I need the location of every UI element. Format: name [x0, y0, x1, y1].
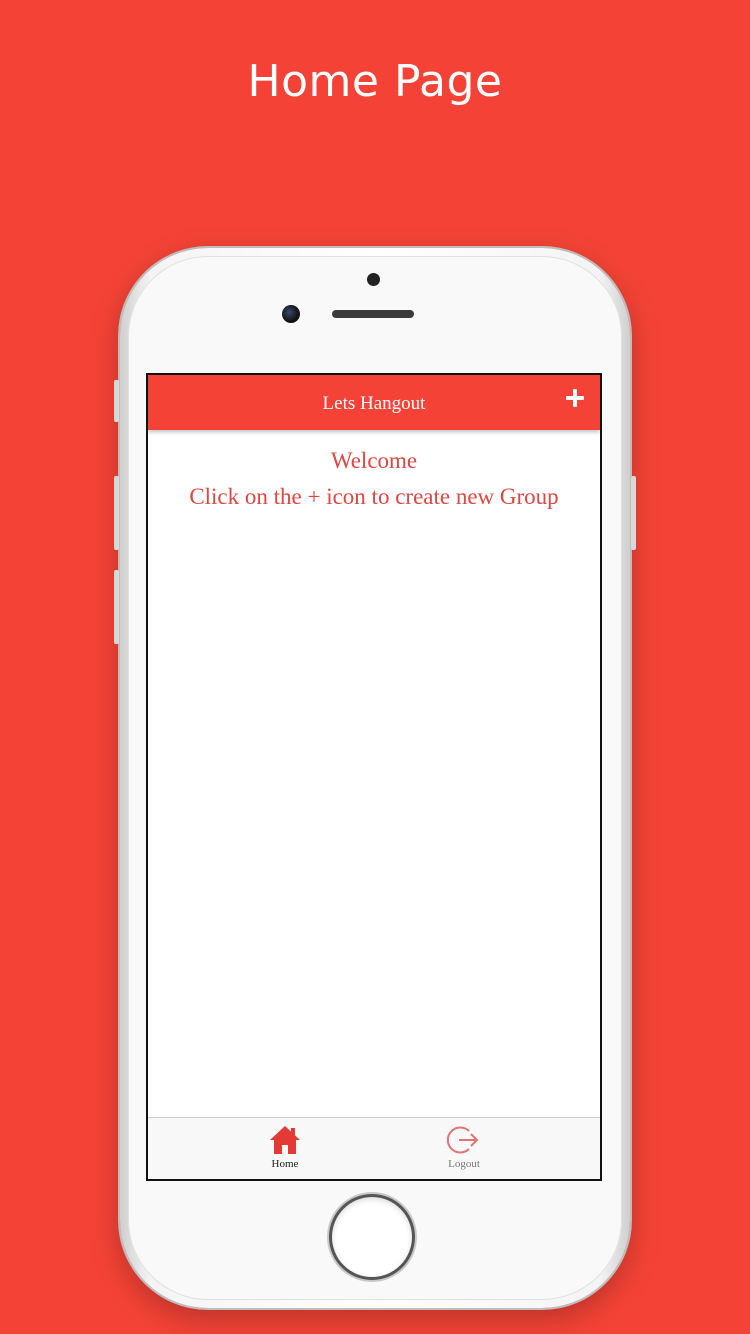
side-button-volume-up	[114, 476, 119, 550]
welcome-content: Welcome Click on the + icon to create ne…	[148, 443, 600, 515]
app-header: Lets Hangout	[148, 375, 600, 430]
tab-home[interactable]: Home	[235, 1118, 335, 1179]
logout-icon	[447, 1126, 479, 1154]
instruction-text: Click on the + icon to create new Group	[189, 484, 559, 509]
side-button-power	[631, 476, 636, 550]
welcome-text: Welcome	[330, 448, 418, 473]
earpiece-speaker	[332, 310, 414, 318]
phone-home-button	[332, 1197, 412, 1277]
side-button-mute	[114, 380, 119, 422]
front-camera	[282, 305, 300, 323]
proximity-sensor	[367, 273, 380, 286]
tab-bar: Home Logout	[148, 1117, 600, 1179]
page-heading: Home Page	[247, 56, 503, 107]
plus-icon	[566, 389, 584, 407]
app-screen: Lets Hangout Welcome Click on the + icon…	[146, 373, 602, 1181]
side-button-volume-down	[114, 570, 119, 644]
tab-logout-label: Logout	[448, 1158, 480, 1170]
tab-home-label: Home	[271, 1158, 299, 1170]
tab-logout[interactable]: Logout	[414, 1118, 514, 1179]
add-group-button[interactable]	[560, 383, 590, 413]
home-icon	[270, 1126, 300, 1154]
app-title: Lets Hangout	[322, 393, 426, 414]
